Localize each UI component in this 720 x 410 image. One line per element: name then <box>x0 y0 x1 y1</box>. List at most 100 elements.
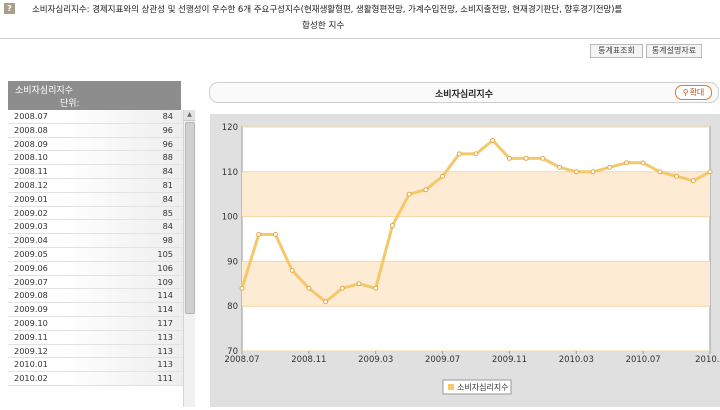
data-point <box>490 137 496 143</box>
description-text: 소비자심리지수: 경제지표와의 상관성 및 선행성이 우수한 6개 주요구성지수… <box>32 5 623 15</box>
row-date: 2009.01 <box>14 193 48 204</box>
magnifier-icon: ⚲ <box>682 88 689 97</box>
row-date: 2008.12 <box>14 179 48 190</box>
description-bar: ? 소비자심리지수: 경제지표와의 상관성 및 선행성이 우수한 6개 주요구성… <box>0 0 720 36</box>
data-point <box>674 173 680 179</box>
row-value: 84 <box>162 193 173 204</box>
chart-panel-header: 소비자심리지수 ⚲확대 <box>209 82 719 103</box>
zoom-button[interactable]: ⚲확대 <box>675 85 712 100</box>
stats-description-button[interactable]: 통계설명자료 <box>646 44 702 58</box>
table-row[interactable]: 2009.06 106 <box>8 261 183 276</box>
row-value: 113 <box>157 345 173 356</box>
row-value: 85 <box>162 207 173 218</box>
table-row[interactable]: 2008.11 84 <box>8 165 183 179</box>
help-icon: ? <box>4 3 15 14</box>
row-value: 88 <box>162 152 173 163</box>
data-point <box>306 285 312 291</box>
row-value: 84 <box>162 221 173 232</box>
table-row[interactable]: 2008.12 81 <box>8 178 183 193</box>
legend-swatch <box>448 384 454 390</box>
data-point <box>239 285 245 291</box>
row-date: 2010.02 <box>14 373 48 384</box>
table-title: 소비자심리지수 <box>15 86 73 96</box>
data-point <box>272 232 278 238</box>
line-chart: 7080901001101202008.07 2008.11 2009.03 2009… <box>222 123 720 395</box>
scroll-up-arrow-icon[interactable]: ▲ <box>184 110 195 121</box>
table-row[interactable]: 2008.09 96 <box>8 137 183 152</box>
data-point <box>640 160 646 166</box>
table-row[interactable]: 2009.09 114 <box>8 303 183 317</box>
row-value: 111 <box>157 373 173 384</box>
y-tick-label: 120 <box>222 123 238 133</box>
y-tick-label: 80 <box>227 302 238 312</box>
x-tick-label: 2010.03 <box>559 355 594 365</box>
data-point <box>323 299 329 305</box>
row-date: 2009.04 <box>14 235 48 246</box>
data-point <box>523 155 529 161</box>
table-row[interactable]: 2009.07 109 <box>8 275 183 290</box>
data-point <box>373 285 379 291</box>
table-row[interactable]: 2009.11 113 <box>8 330 183 345</box>
row-date: 2009.09 <box>14 304 48 315</box>
row-date: 2009.03 <box>14 221 48 232</box>
data-table: 2008.07 84 2008.08 96 2008.09 96 2008.10 88 2008… <box>8 110 183 407</box>
table-row[interactable]: 2009.01 84 <box>8 192 183 207</box>
grid-band <box>242 171 710 217</box>
chart-area: 70 80 90 100 110 120 2008.07 2008.11 2009.03 2009… <box>210 114 720 407</box>
table-row[interactable]: 2009.08 114 <box>8 289 183 304</box>
table-row[interactable]: 2009.04 98 <box>8 234 183 248</box>
table-row[interactable]: 2009.05 105 <box>8 247 183 262</box>
table-row[interactable]: 2009.02 85 <box>8 206 183 221</box>
table-row[interactable]: 2008.10 88 <box>8 151 183 166</box>
row-value: 113 <box>157 359 173 370</box>
table-header: 소비자심리지수 단위: <box>8 81 181 110</box>
row-date: 2009.07 <box>14 276 48 287</box>
data-point <box>557 164 563 170</box>
row-value: 98 <box>162 235 173 246</box>
table-row[interactable]: 2009.10 117 <box>8 316 183 331</box>
row-value: 117 <box>157 317 173 328</box>
row-date: 2009.12 <box>14 345 48 356</box>
data-point <box>356 281 362 287</box>
data-point <box>256 232 262 238</box>
row-date: 2010.01 <box>14 359 48 370</box>
row-date: 2009.10 <box>14 317 48 328</box>
plot-background <box>241 126 711 352</box>
row-value: 96 <box>162 138 173 149</box>
x-tick-label: 2009.11 <box>492 355 527 365</box>
data-point <box>339 285 345 291</box>
y-tick-label: 90 <box>227 257 238 267</box>
x-tick-label: 2010.07 <box>626 355 661 365</box>
stats-table-lookup-button[interactable]: 통계표조회 <box>590 44 643 58</box>
scrollbar-thumb[interactable] <box>185 122 195 314</box>
row-value: 113 <box>157 331 173 342</box>
x-tick-label: 2009.07 <box>425 355 460 365</box>
description-text-continued: 합성한 지수 <box>302 21 345 31</box>
row-value: 106 <box>157 262 173 273</box>
row-date: 2009.06 <box>14 262 48 273</box>
row-date: 2008.08 <box>14 124 48 135</box>
row-date: 2009.02 <box>14 207 48 218</box>
table-row[interactable]: 2008.07 84 <box>8 110 183 124</box>
data-point <box>456 151 462 157</box>
data-point <box>406 191 412 197</box>
data-point <box>707 169 713 175</box>
data-point <box>690 178 696 184</box>
grid-band <box>242 261 710 307</box>
table-row[interactable]: 2008.08 96 <box>8 123 183 138</box>
table-row[interactable]: 2010.01 113 <box>8 358 183 373</box>
legend-label: 소비자심리지수 <box>457 382 509 392</box>
row-date: 2009.11 <box>14 331 48 342</box>
data-point <box>573 169 579 175</box>
row-value: 81 <box>162 179 173 190</box>
table-row[interactable]: 2009.12 113 <box>8 344 183 359</box>
data-point <box>440 173 446 179</box>
row-value: 114 <box>157 290 173 301</box>
table-unit: 단위: <box>60 99 80 109</box>
table-scrollbar[interactable]: ▲ <box>183 110 195 407</box>
x-tick-label: 2008.11 <box>291 355 326 365</box>
row-value: 84 <box>162 111 173 121</box>
row-date: 2009.05 <box>14 248 48 259</box>
table-row[interactable]: 2010.02 111 <box>8 372 183 386</box>
table-row[interactable]: 2009.03 84 <box>8 220 183 235</box>
